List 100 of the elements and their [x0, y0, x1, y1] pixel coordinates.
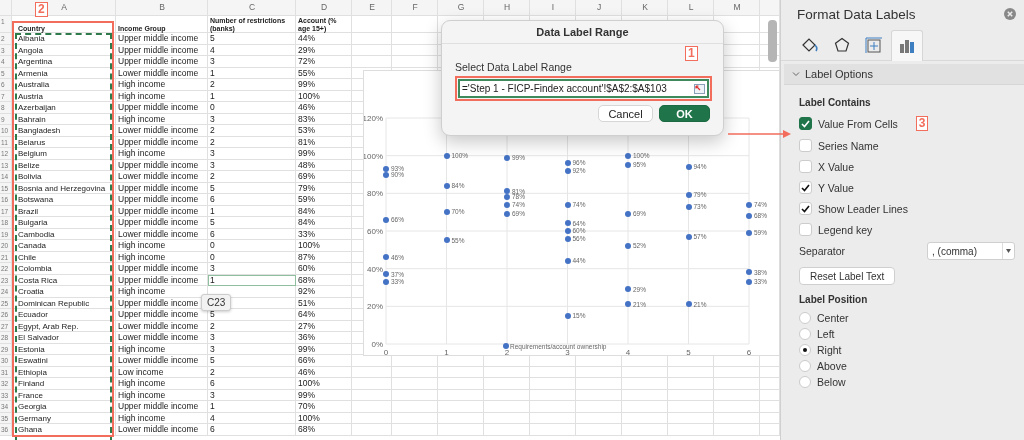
column-header[interactable]: L: [688, 2, 694, 12]
table-cell-text: Ethiopia: [17, 366, 48, 378]
table-cell[interactable]: 1: [208, 274, 296, 286]
table-cell-text: 5: [209, 182, 216, 194]
scatter-point: [565, 228, 571, 234]
table-cell-text: 1: [209, 67, 216, 79]
table-cell-text: 99%: [297, 79, 316, 91]
axis-label: 100%: [364, 151, 383, 161]
table-cell-text: 36%: [297, 332, 316, 344]
column-header[interactable]: E: [369, 2, 375, 12]
checkbox-label[interactable]: Value From Cells: [818, 117, 898, 130]
table-cell-text: Brazil: [17, 205, 39, 217]
scatter-point: [444, 183, 450, 189]
checkbox-label[interactable]: Series Name: [818, 139, 879, 152]
column-header[interactable]: G: [457, 2, 465, 12]
column-header[interactable]: J: [596, 2, 602, 12]
table-cell-text: 0: [209, 102, 216, 114]
checkbox-label[interactable]: Y Value: [818, 181, 854, 194]
radio-button[interactable]: [799, 360, 811, 372]
ok-button[interactable]: OK: [659, 105, 710, 122]
table-cell-text: Lower middle income: [117, 67, 200, 79]
radio-button[interactable]: [799, 312, 811, 324]
axis-label: 0: [383, 348, 389, 357]
input-field[interactable]: ='Step 1 - FICP-Findex account'!$A$2:$A$103: [458, 79, 709, 98]
range-picker-icon[interactable]: [694, 83, 705, 94]
scatter-point: [444, 153, 450, 159]
column-header[interactable]: F: [412, 2, 418, 12]
radio-button[interactable]: [799, 328, 811, 340]
column-header[interactable]: A: [61, 2, 67, 12]
table-cell-text: Australia: [17, 79, 51, 91]
scatter-point: [746, 213, 752, 219]
scatter-point: [444, 237, 450, 243]
axis-label: 120%: [364, 114, 383, 123]
close-icon[interactable]: [1004, 8, 1016, 20]
table-cell-text: 6: [209, 424, 216, 436]
table-cell-text: 1: [209, 401, 216, 413]
radio-label[interactable]: Below: [817, 376, 846, 388]
checkbox-label[interactable]: Show Leader Lines: [818, 202, 908, 215]
table-cell-text: High income: [117, 240, 167, 252]
table-cell-text: 5: [209, 217, 216, 229]
table-cell-text: Upper middle income: [117, 401, 200, 413]
column-header[interactable]: M: [733, 2, 741, 12]
annotation-arrow: [728, 129, 792, 139]
table-cell-text: Lower middle income: [117, 125, 200, 137]
table-cell-text: Ghana: [17, 424, 44, 436]
table-cell-text: 68%: [297, 274, 316, 286]
scrollbar-thumb[interactable]: [768, 20, 777, 62]
scatter-point: [746, 279, 752, 285]
section-header[interactable]: Label Options: [784, 64, 1024, 85]
scatter-point: [686, 164, 692, 170]
axis-label: 3: [565, 348, 570, 357]
column-header[interactable]: K: [642, 2, 648, 12]
scatter-point: [625, 162, 631, 168]
annotation-number: 3: [915, 116, 929, 131]
table-cell-text: Lower middle income: [117, 228, 200, 240]
dialog-title: Data Label Range: [442, 21, 723, 44]
checkbox-label[interactable]: X Value: [818, 160, 854, 173]
radio-label[interactable]: Left: [817, 328, 835, 340]
separator-dropdown[interactable]: , (comma): [927, 242, 1015, 260]
radio-label[interactable]: Above: [817, 360, 847, 372]
column-header[interactable]: C: [248, 2, 256, 12]
table-cell-text: Low income: [117, 366, 165, 378]
table-cell-text: Bangladesh: [17, 125, 62, 137]
table-cell-text: 4: [209, 412, 216, 424]
table-cell-text: 3: [209, 148, 216, 160]
column-header[interactable]: I: [551, 2, 555, 12]
table-cell-text: Upper middle income: [117, 205, 200, 217]
table-cell-text: 4: [209, 44, 216, 56]
column-header[interactable]: B: [159, 2, 165, 12]
column-header[interactable]: H: [503, 2, 511, 12]
table-cell-text: High income: [117, 90, 167, 102]
table-cell-text: 99%: [297, 343, 316, 355]
table-cell-text: Germany: [17, 412, 52, 424]
table-cell-text: 87%: [297, 251, 316, 263]
table-cell-text: Bulgaria: [17, 217, 49, 229]
table-cell-text: Dominican Republic: [17, 297, 91, 309]
cancel-button[interactable]: Cancel: [598, 105, 653, 122]
annotation-number: 2: [35, 2, 48, 17]
checkbox[interactable]: [799, 117, 812, 130]
table-cell-text: 100%: [297, 240, 321, 252]
radio-button[interactable]: [799, 376, 811, 388]
radio-label[interactable]: Center: [817, 312, 849, 324]
axis-label: 2: [504, 348, 510, 357]
radio-label[interactable]: Right: [817, 344, 842, 356]
scatter-point: [625, 153, 631, 159]
table-cell-text: 92%: [297, 286, 316, 298]
checkbox-label[interactable]: Legend key: [818, 223, 873, 236]
radio-button[interactable]: [799, 344, 811, 356]
reset-label-text-button[interactable]: Reset Label Text: [799, 267, 896, 285]
table-cell-text: 3: [209, 159, 216, 171]
table-cell-text: Lower middle income: [117, 424, 200, 436]
table-cell-text: 3: [209, 343, 216, 355]
table-cell-text: 3: [209, 56, 216, 68]
table-cell-text: 0: [209, 251, 216, 263]
column-header[interactable]: D: [320, 2, 328, 12]
table-cell-text: 2: [209, 136, 216, 148]
table-cell-text: Lower middle income: [117, 171, 200, 183]
axis-label: 4: [625, 348, 631, 357]
table-cell-text: Egypt, Arab Rep.: [17, 320, 80, 332]
table-cell-text: 70%: [297, 401, 316, 413]
